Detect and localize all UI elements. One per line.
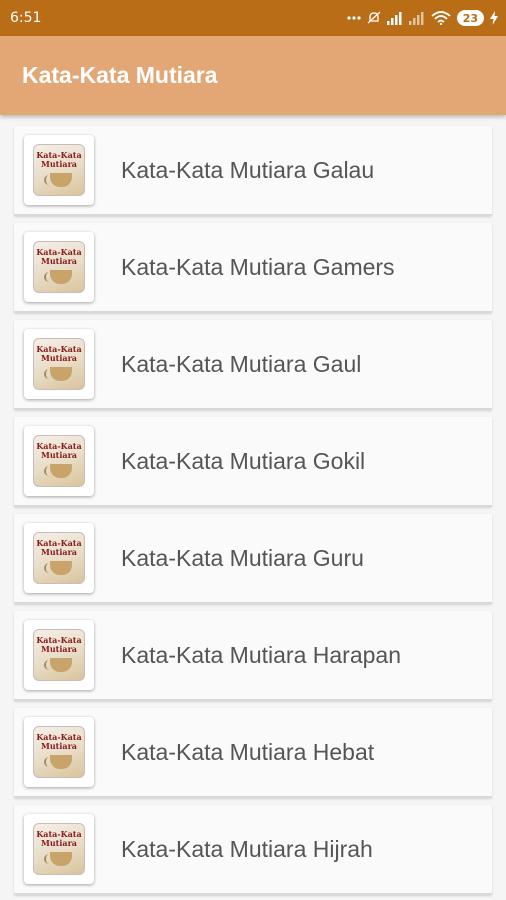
- list-item[interactable]: Kata-Kata Mutiara Kata-Kata Mutiara Game…: [14, 223, 492, 313]
- item-thumbnail: Kata-Kata Mutiara: [24, 717, 94, 787]
- more-icon: [347, 15, 361, 21]
- item-thumbnail: Kata-Kata Mutiara: [24, 426, 94, 496]
- list-item[interactable]: Kata-Kata Mutiara Kata-Kata Mutiara Heba…: [14, 708, 492, 798]
- signal-icon: [386, 11, 403, 25]
- list-item-label: Kata-Kata Mutiara Hijrah: [121, 835, 373, 862]
- wifi-icon: [431, 11, 451, 25]
- category-list: Kata-Kata Mutiara Kata-Kata Mutiara Gala…: [0, 115, 506, 895]
- item-thumbnail: Kata-Kata Mutiara: [24, 135, 94, 205]
- list-item-label: Kata-Kata Mutiara Gamers: [121, 253, 395, 280]
- status-time: 6:51: [10, 10, 42, 26]
- status-bar: 6:51 23: [0, 0, 506, 36]
- list-item-label: Kata-Kata Mutiara Harapan: [121, 641, 401, 668]
- list-item[interactable]: Kata-Kata Mutiara Kata-Kata Mutiara Gaul: [14, 320, 492, 410]
- list-item[interactable]: Kata-Kata Mutiara Kata-Kata Mutiara Hara…: [14, 611, 492, 701]
- page-title: Kata-Kata Mutiara: [22, 62, 218, 88]
- list-item-label: Kata-Kata Mutiara Gokil: [121, 447, 366, 474]
- battery-icon: 23: [456, 10, 484, 26]
- list-item-label: Kata-Kata Mutiara Galau: [121, 156, 375, 183]
- item-thumbnail: Kata-Kata Mutiara: [24, 620, 94, 690]
- list-item-label: Kata-Kata Mutiara Hebat: [121, 738, 375, 765]
- list-item[interactable]: Kata-Kata Mutiara Kata-Kata Mutiara Hijr…: [14, 805, 492, 895]
- signal-icon: [408, 11, 425, 25]
- app-bar: Kata-Kata Mutiara: [0, 36, 506, 115]
- list-item[interactable]: Kata-Kata Mutiara Kata-Kata Mutiara Goki…: [14, 417, 492, 507]
- list-item[interactable]: Kata-Kata Mutiara Kata-Kata Mutiara Gala…: [14, 126, 492, 216]
- item-thumbnail: Kata-Kata Mutiara: [24, 329, 94, 399]
- item-thumbnail: Kata-Kata Mutiara: [24, 523, 94, 593]
- item-thumbnail: Kata-Kata Mutiara: [24, 232, 94, 302]
- status-icons: 23: [347, 10, 498, 26]
- item-thumbnail: Kata-Kata Mutiara: [24, 814, 94, 884]
- charging-icon: [490, 11, 498, 25]
- list-item[interactable]: Kata-Kata Mutiara Kata-Kata Mutiara Guru: [14, 514, 492, 604]
- list-item-label: Kata-Kata Mutiara Guru: [121, 544, 364, 571]
- mute-icon: [367, 11, 381, 25]
- list-item-label: Kata-Kata Mutiara Gaul: [121, 350, 362, 377]
